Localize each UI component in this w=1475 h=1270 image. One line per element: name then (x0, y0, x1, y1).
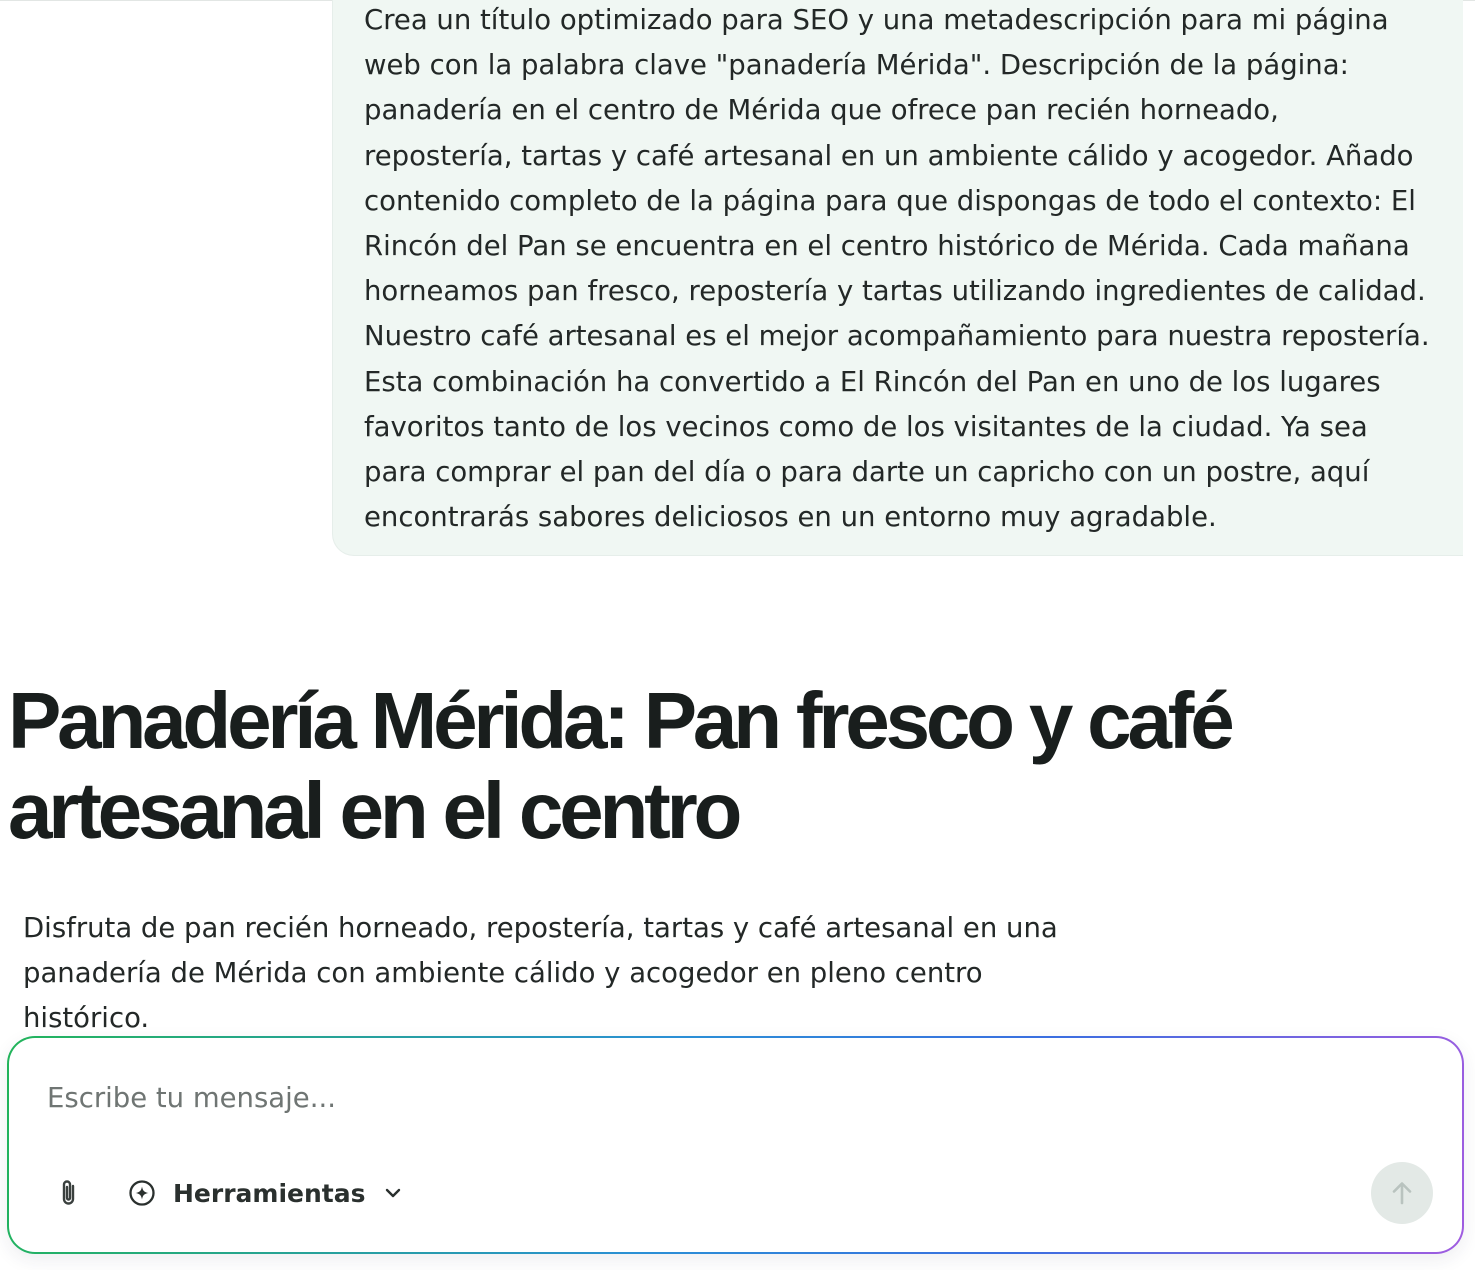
user-message-bubble: Crea un título optimizado para SEO y una… (332, 0, 1463, 556)
sparkle-icon (127, 1178, 157, 1208)
tools-label: Herramientas (173, 1178, 366, 1208)
response-meta-description: Disfruta de pan recién horneado, reposte… (23, 912, 1058, 1034)
attach-button[interactable] (51, 1172, 87, 1214)
arrow-up-icon (1392, 1182, 1412, 1205)
message-input[interactable] (47, 1078, 1347, 1118)
message-composer: Herramientas (7, 1036, 1464, 1254)
tools-button[interactable]: Herramientas (127, 1170, 403, 1216)
send-button[interactable] (1371, 1162, 1433, 1224)
composer-body: Herramientas (9, 1038, 1462, 1252)
chevron-down-icon (383, 1183, 403, 1203)
response-title: Panadería Mérida: Pan fresco y café arte… (8, 676, 1235, 855)
user-message-text: Crea un título optimizado para SEO y una… (364, 4, 1430, 534)
paperclip-icon (62, 1180, 75, 1205)
chat-page: Crea un título optimizado para SEO y una… (0, 0, 1475, 1270)
